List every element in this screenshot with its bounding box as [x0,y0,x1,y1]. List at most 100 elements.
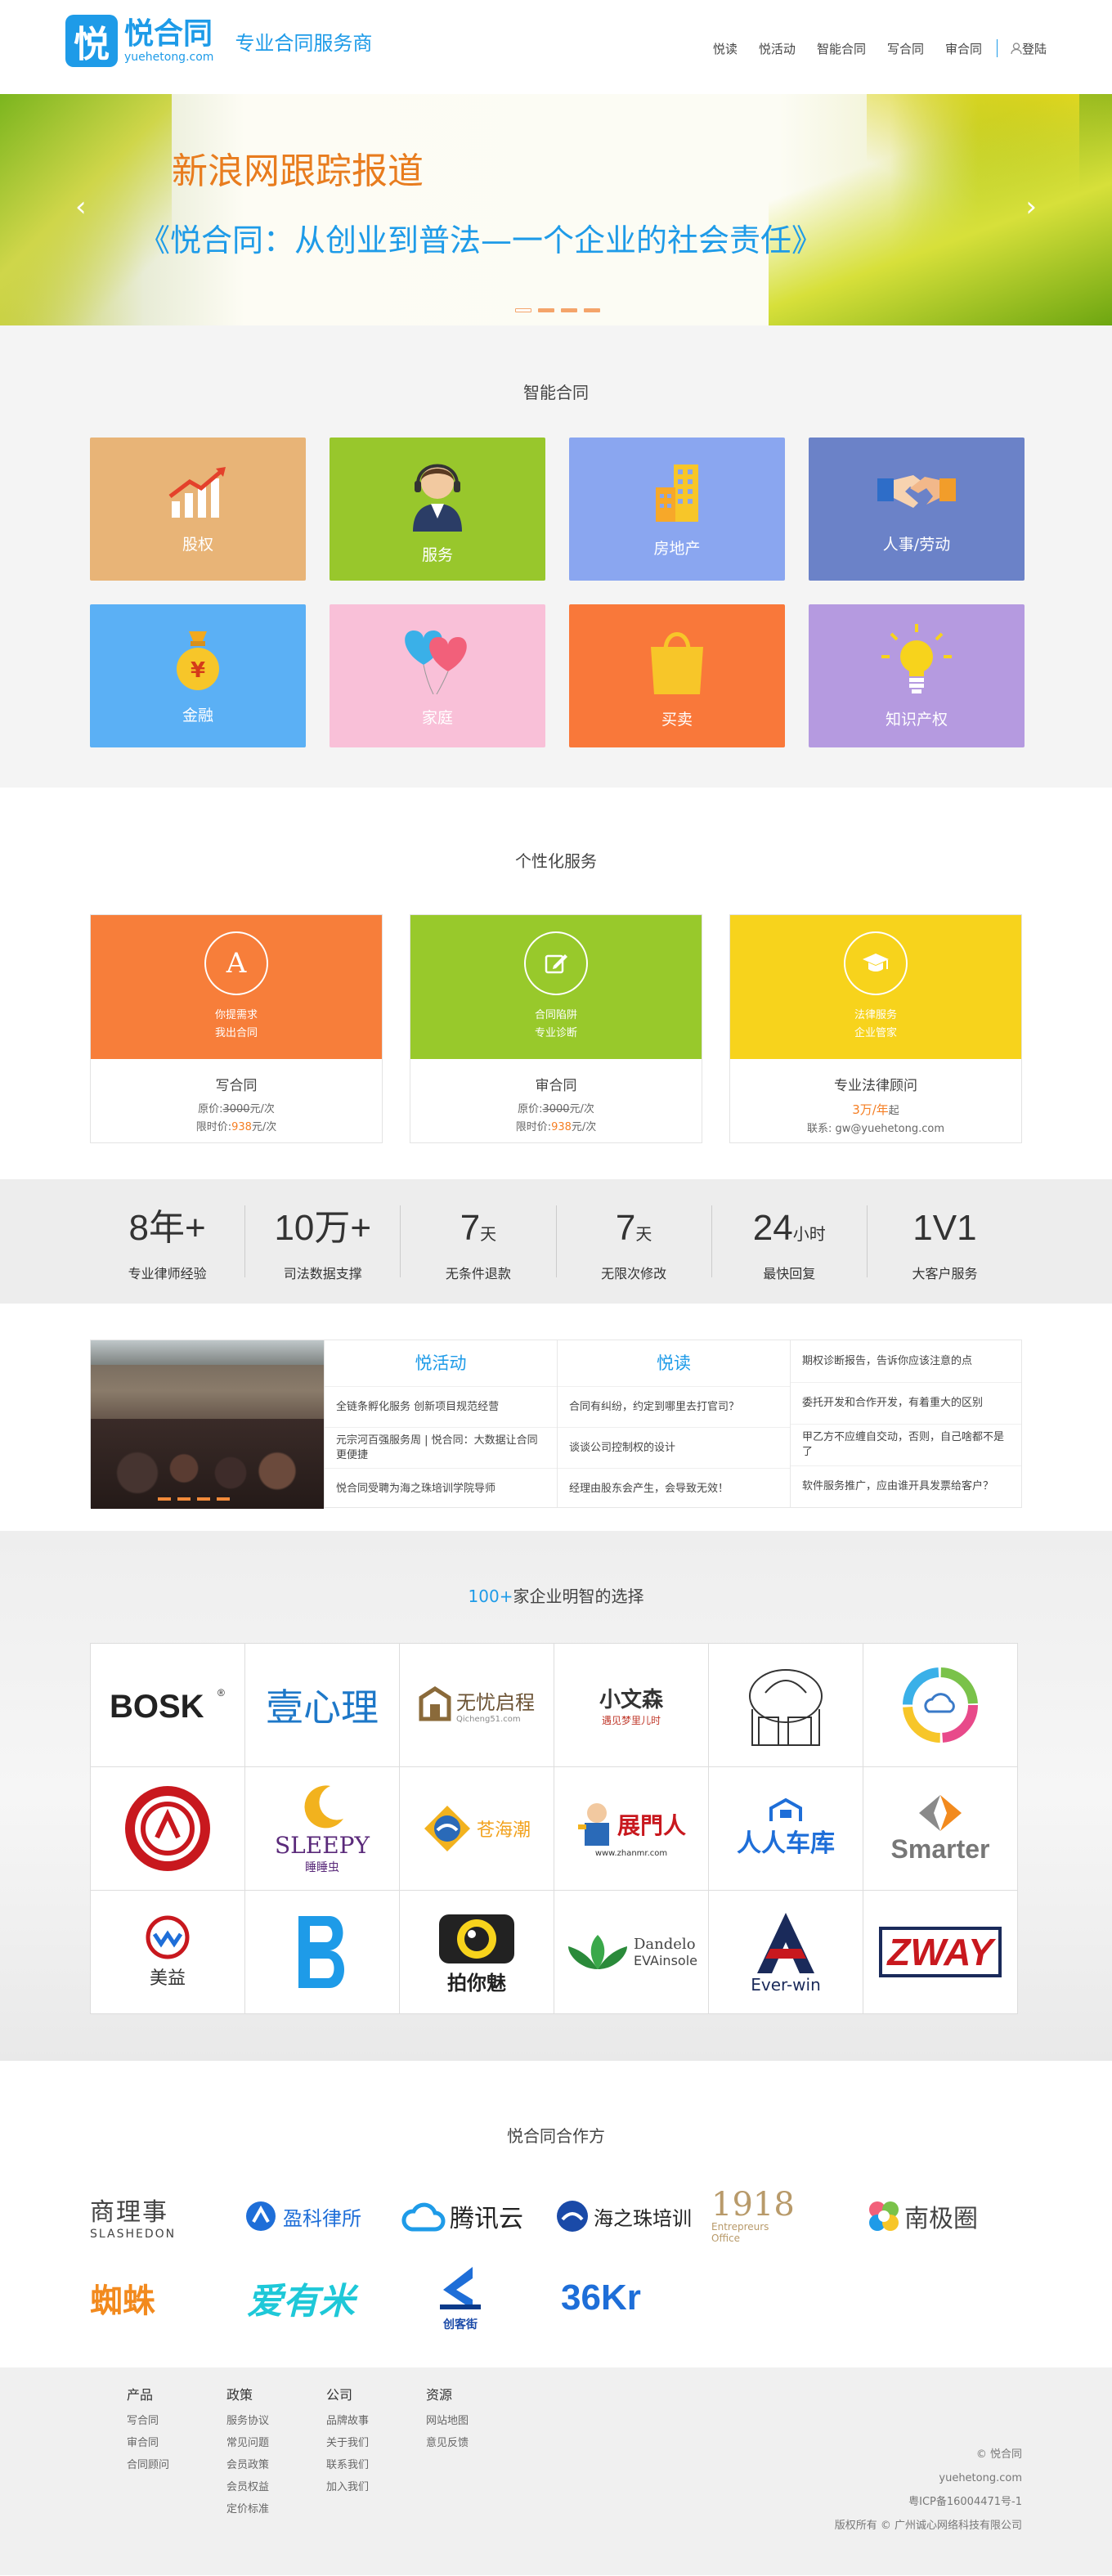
partner-row: 商理事 SLASHEDON 盈科律所 腾讯云 海之珠培训 1918 Entrepre… [90,2188,1022,2245]
partner-logo-zhizhu: 蜘蛛 [90,2282,155,2320]
section-title: 悦合同合作方 [507,2126,605,2146]
nav-activity[interactable]: 悦活动 [759,40,796,57]
partners-section: 悦合同合作方 商理事 SLASHEDON 盈科律所 腾讯云 海之珠培训 1918 E… [0,2061,1112,2367]
category-tile-equity[interactable]: 股权 [90,438,306,581]
client-logo-camera: 拍你魅 [400,1891,554,2014]
footer-link[interactable]: 会员权益 [226,2476,269,2498]
logo-mark: 悦 [65,15,118,67]
card-tag: 法律服务 [854,1009,897,1021]
footer-heading: 产品 [127,2387,154,2403]
login-link[interactable]: 登陆 [1011,40,1047,57]
contract-category-grid: 股权 服务 房地产 人事/劳动 ¥ 金融 家庭 买卖 知识产权 [90,438,1025,747]
svg-text:BOSK: BOSK [110,1689,204,1725]
card-title: 写合同 [215,1078,258,1094]
stat-item: 7天 无限次修改 [557,1205,712,1281]
meeting-photo[interactable] [91,1340,324,1509]
copyright-line: yuehetong.com [939,2472,1022,2484]
card-tag: 专业诊断 [534,1027,577,1039]
client-logo-cloud-ring [863,1644,1018,1767]
service-card-review[interactable]: 合同陷阱 专业诊断 审合同 原价:3000元/次 限时价:938元/次 [410,914,702,1143]
copyright-line: 版权所有 © 广州诚心网络科技有限公司 [834,2520,1022,2532]
category-tile-ip[interactable]: 知识产权 [809,604,1025,747]
nav-write-contract[interactable]: 写合同 [887,40,924,57]
client-logo-canghaichao: 苍海潮 [400,1767,554,1891]
category-tile-trade[interactable]: 买卖 [569,604,785,747]
nav-smart-contract[interactable]: 智能合同 [817,40,866,57]
stat-item: 10万+ 司法数据支撑 [245,1205,401,1281]
client-logo-sleepy: SLEEPY 睡睡虫 [245,1767,400,1891]
read-link[interactable]: 合同有纠纷，约定到哪里去打官司？ [558,1386,790,1427]
handshake-icon [877,475,956,508]
more-articles-column: 期权诊断报告，告诉你应该注意的点 委托开发和合作开发，有着重大的区别 甲乙方不应… [790,1340,1021,1507]
client-logo-zway: ZWAY [863,1891,1018,2014]
nav-read[interactable]: 悦读 [713,40,738,57]
footer-link[interactable]: 常见问题 [226,2432,269,2454]
activity-heading[interactable]: 悦活动 [325,1340,557,1386]
site-logo[interactable]: 悦 悦合同 yuehetong.com 专业合同服务商 [65,15,372,67]
footer-heading: 公司 [326,2387,353,2403]
category-tile-hr[interactable]: 人事/劳动 [809,438,1025,581]
banner-dot[interactable] [561,308,577,312]
category-label: 服务 [421,546,453,564]
photo-pager [158,1497,236,1501]
footer-link[interactable]: 联系我们 [326,2454,369,2476]
footer-link[interactable]: 定价标准 [226,2498,269,2520]
client-logo-sketch-house [709,1644,863,1767]
banner-prev-arrow-icon[interactable]: ‹ [75,191,87,223]
read-link[interactable]: 谈谈公司控制权的设计 [558,1427,790,1468]
clients-section: 100+家企业明智的选择 BOSK ® 壹心理 无忧启程 Qicheng51.com… [0,1531,1112,2061]
activity-column: 悦活动 全链条孵化服务 创新项目规范经营 元宗河百强服务周 | 悦合同：大数据让… [324,1340,557,1507]
footer-link[interactable]: 品牌故事 [326,2410,369,2432]
svg-text:®: ® [217,1687,225,1699]
article-link[interactable]: 甲乙方不应缠自交动，否则，自己啥都不是了 [791,1424,1021,1465]
category-tile-service[interactable]: 服务 [330,438,545,581]
card-tag: 我出合同 [214,1027,258,1039]
banner-dot[interactable] [515,308,531,312]
category-tile-finance[interactable]: ¥ 金融 [90,604,306,747]
partner-logo-aiyoumi: 爱有米 [247,2281,355,2322]
service-card-write[interactable]: A 你提需求 我出合同 写合同 原价:3000元/次 限时价:938元/次 [90,914,383,1143]
footer-column-resources: 资源 网站地图 意见反馈 [426,2384,469,2520]
activity-link[interactable]: 元宗河百强服务周 | 悦合同：大数据让合同更便捷 [325,1427,557,1468]
category-tile-family[interactable]: 家庭 [330,604,545,747]
nav-review-contract[interactable]: 审合同 [945,40,982,57]
footer-link[interactable]: 审合同 [127,2432,169,2454]
service-card-legal-advisor[interactable]: 法律服务 企业管家 专业法律顾问 3万/年起 联系: gw@yuehetong.c… [729,914,1022,1143]
client-logo-yixinli: 壹心理 [245,1644,400,1767]
personal-service-section: 个性化服务 A 你提需求 我出合同 写合同 原价:3000元/次 限时价:938元… [0,788,1112,1179]
footer-column-company: 公司 品牌故事 关于我们 联系我们 加入我们 [326,2384,369,2520]
footer-link[interactable]: 会员政策 [226,2454,269,2476]
card-tag: 你提需求 [214,1009,258,1021]
article-link[interactable]: 期权诊断报告，告诉你应该注意的点 [791,1340,1021,1382]
footer-link[interactable]: 网站地图 [426,2410,469,2432]
graduation-cap-icon [844,931,908,995]
nav-divider [996,39,998,57]
read-link[interactable]: 经理由股东会产生，会导致无效！ [558,1468,790,1509]
category-tile-real-estate[interactable]: 房地产 [569,438,785,581]
card-sale-price: 限时价:938元/次 [515,1121,597,1133]
footer-link[interactable]: 服务协议 [226,2410,269,2432]
footer-link[interactable]: 写合同 [127,2410,169,2432]
footer-link[interactable]: 关于我们 [326,2432,369,2454]
banner-dot[interactable] [538,308,554,312]
article-link[interactable]: 软件服务推广，应由谁开具发票给客户？ [791,1465,1021,1507]
read-heading[interactable]: 悦读 [558,1340,790,1386]
login-label: 登陆 [1021,41,1047,56]
activity-link[interactable]: 全链条孵化服务 创新项目规范经营 [325,1386,557,1427]
footer-link[interactable]: 合同顾问 [127,2454,169,2476]
customer-service-icon [413,464,462,532]
client-logo-grid: BOSK ® 壹心理 无忧启程 Qicheng51.com 小文森 遇见梦里儿时 SL… [90,1643,1018,2014]
footer-link[interactable]: 意见反馈 [426,2432,469,2454]
partner-logo-nanjiquan: 南极圈 [867,2188,1022,2245]
card-original-price: 原价:3000元/次 [198,1103,275,1115]
article-link[interactable]: 委托开发和合作开发，有着重大的区别 [791,1382,1021,1424]
footer-link[interactable]: 加入我们 [326,2476,369,2498]
lightbulb-icon [881,624,952,693]
activity-link[interactable]: 悦合同受聘为海之珠培训学院导师 [325,1468,557,1509]
hero-banner: 新浪网跟踪报道 《悦合同：从创业到普法—一个企业的社会责任》 ‹ › [0,94,1112,325]
category-label: 知识产权 [885,711,948,729]
banner-headline: 新浪网跟踪报道 [172,150,424,192]
footer-copyright: © 悦合同 yuehetong.com 粤ICP备16004471号-1 版权所… [835,2443,1022,2538]
banner-next-arrow-icon[interactable]: › [1025,191,1037,223]
banner-dot[interactable] [584,308,600,312]
